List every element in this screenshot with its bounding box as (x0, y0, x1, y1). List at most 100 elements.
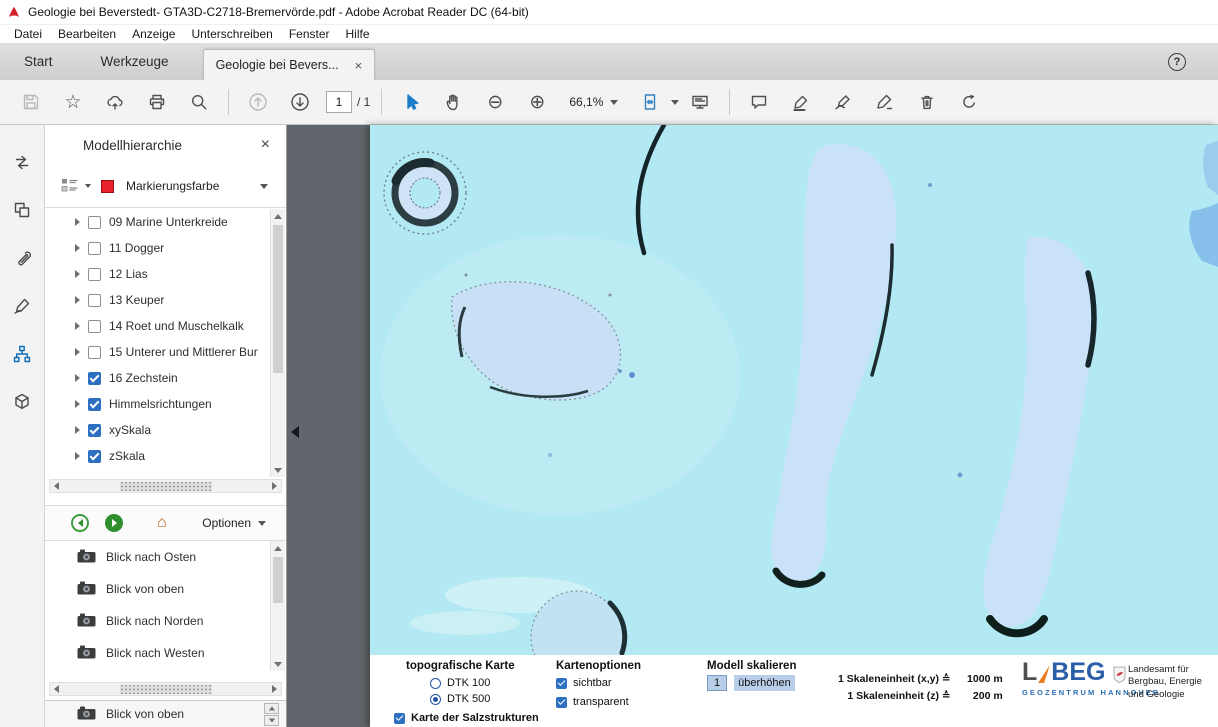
tree-item[interactable]: 11 Dogger (45, 235, 286, 261)
geology-3d-map[interactable] (370, 125, 1218, 655)
scroll-up-icon[interactable] (271, 541, 285, 555)
transparent-checkbox-row[interactable]: transparent (556, 694, 641, 710)
marking-color-chevron-icon[interactable] (260, 184, 268, 189)
tree-checkbox[interactable] (88, 398, 101, 411)
expander-icon[interactable] (75, 452, 80, 460)
previous-view-button[interactable] (71, 514, 89, 532)
scroll-right-icon[interactable] (272, 685, 277, 693)
tree-checkbox[interactable] (88, 320, 101, 333)
scale-value-input[interactable]: 1 (707, 675, 727, 691)
scale-mode-button[interactable]: überhöhen (734, 675, 795, 691)
expander-icon[interactable] (75, 374, 80, 382)
menu-datei[interactable]: Datei (6, 27, 50, 41)
sign-button[interactable] (827, 85, 859, 119)
tab-start[interactable]: Start (0, 43, 77, 80)
previous-page-button[interactable] (242, 85, 274, 119)
dtk100-radio[interactable] (430, 678, 441, 689)
tree-item[interactable]: 12 Lias (45, 261, 286, 287)
signature-icon[interactable] (9, 295, 35, 317)
search-icon[interactable] (183, 85, 215, 119)
default-view-home-icon[interactable]: ⌂ (157, 515, 167, 531)
tree-item[interactable]: 13 Keuper (45, 287, 286, 313)
tree-checkbox[interactable] (88, 216, 101, 229)
rotate-button[interactable] (953, 85, 985, 119)
view-item[interactable]: Blick von oben (45, 573, 286, 605)
current-view-row[interactable]: Blick von oben (45, 700, 286, 727)
cloud-upload-button[interactable] (99, 85, 131, 119)
zoom-in-icon[interactable]: ⊕ (521, 85, 553, 119)
fit-page-chevron-icon[interactable] (671, 100, 679, 105)
tree-item[interactable]: 15 Unterer und Mittlerer Bur (45, 339, 286, 365)
spin-up-icon[interactable] (264, 703, 279, 714)
panel-close-icon[interactable]: × (261, 136, 270, 154)
visible-checkbox[interactable] (556, 678, 567, 689)
menu-fenster[interactable]: Fenster (281, 27, 338, 41)
next-page-button[interactable] (284, 85, 316, 119)
expander-icon[interactable] (75, 348, 80, 356)
highlight-button[interactable] (785, 85, 817, 119)
tab-werkzeuge[interactable]: Werkzeuge (77, 43, 193, 80)
spin-down-icon[interactable] (264, 715, 279, 726)
salt-map-checkbox-row[interactable]: Karte der Salzstrukturen (394, 710, 539, 726)
scroll-down-icon[interactable] (271, 463, 285, 477)
expander-icon[interactable] (75, 426, 80, 434)
scrollbar-thumb[interactable] (273, 225, 283, 373)
tree-checkbox[interactable] (88, 294, 101, 307)
scroll-down-icon[interactable] (271, 657, 285, 671)
menu-anzeige[interactable]: Anzeige (124, 27, 183, 41)
dtk500-radio-row[interactable]: DTK 500 (430, 691, 539, 707)
next-view-button[interactable] (105, 514, 123, 532)
tree-item[interactable]: zSkala (45, 443, 286, 469)
tree-item[interactable]: Himmelsrichtungen (45, 391, 286, 417)
visible-checkbox-row[interactable]: sichtbar (556, 675, 641, 691)
view-item[interactable]: Blick nach Westen (45, 637, 286, 669)
save-button[interactable] (15, 85, 47, 119)
menu-bearbeiten[interactable]: Bearbeiten (50, 27, 124, 41)
tree-item[interactable]: xySkala (45, 417, 286, 443)
reading-mode-button[interactable] (684, 85, 716, 119)
comment-button[interactable] (743, 85, 775, 119)
dtk100-radio-row[interactable]: DTK 100 (430, 675, 539, 691)
tree-checkbox[interactable] (88, 372, 101, 385)
tree-checkbox[interactable] (88, 242, 101, 255)
menu-hilfe[interactable]: Hilfe (338, 27, 378, 41)
scroll-up-icon[interactable] (271, 209, 285, 223)
tree-item[interactable]: 16 Zechstein (45, 365, 286, 391)
tree-item[interactable]: 14 Roet und Muschelkalk (45, 313, 286, 339)
tree-checkbox[interactable] (88, 450, 101, 463)
tab-document[interactable]: Geologie bei Bevers... × (203, 49, 376, 80)
tree-checkbox[interactable] (88, 268, 101, 281)
zoom-level-dropdown[interactable]: 66,1% (562, 90, 625, 114)
scrollbar-thumb[interactable] (120, 685, 212, 694)
scrollbar-thumb[interactable] (273, 557, 283, 603)
attachments-icon[interactable] (9, 247, 35, 269)
tab-close-icon[interactable]: × (355, 58, 363, 73)
organize-pages-icon[interactable] (9, 199, 35, 221)
expander-icon[interactable] (75, 244, 80, 252)
print-button[interactable] (141, 85, 173, 119)
zoom-out-icon[interactable]: ⊖ (479, 85, 511, 119)
fit-page-button[interactable] (634, 85, 666, 119)
expander-icon[interactable] (75, 296, 80, 304)
panel-collapse-handle[interactable] (288, 418, 301, 446)
expander-icon[interactable] (75, 322, 80, 330)
model-tree-icon[interactable] (9, 343, 35, 365)
tree-checkbox[interactable] (88, 346, 101, 359)
export-pdf-icon[interactable] (9, 151, 35, 173)
tree-horizontal-scrollbar[interactable] (49, 479, 282, 493)
page-number-input[interactable]: 1 (326, 91, 352, 113)
hand-tool-button[interactable] (437, 85, 469, 119)
3d-content-icon[interactable] (9, 391, 35, 413)
tree-vertical-scrollbar[interactable] (270, 209, 285, 477)
transparent-checkbox[interactable] (556, 697, 567, 708)
expander-icon[interactable] (75, 270, 80, 278)
views-vertical-scrollbar[interactable] (270, 541, 285, 671)
views-horizontal-scrollbar[interactable] (49, 682, 282, 696)
delete-pages-button[interactable] (911, 85, 943, 119)
scroll-left-icon[interactable] (54, 685, 59, 693)
scroll-right-icon[interactable] (272, 482, 277, 490)
salt-map-checkbox[interactable] (394, 713, 405, 724)
marking-color-row[interactable]: Markierungsfarbe (45, 165, 286, 208)
expander-icon[interactable] (75, 400, 80, 408)
menu-unterschreiben[interactable]: Unterschreiben (183, 27, 280, 41)
